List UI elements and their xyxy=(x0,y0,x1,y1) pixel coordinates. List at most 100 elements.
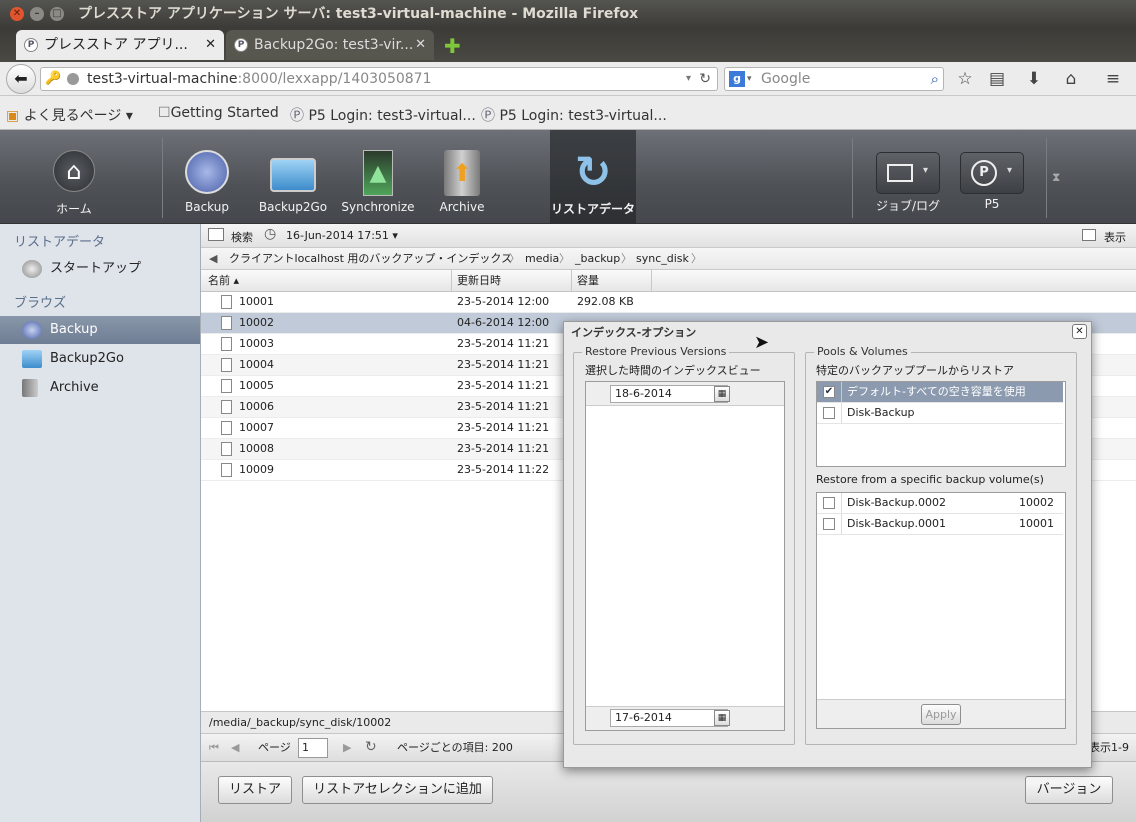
file-icon xyxy=(221,379,232,393)
date-to-input[interactable]: 17-6-2014 xyxy=(610,709,728,727)
pool-checkbox[interactable]: ✔ xyxy=(823,386,835,398)
volume-id: 10001 xyxy=(1019,517,1054,530)
tab-label: Backup2Go: test3-vir... xyxy=(254,37,414,53)
home-button[interactable]: ⌂ ホーム xyxy=(36,130,112,224)
restore-arrow-icon: ↻ xyxy=(574,147,612,198)
maximize-window-icon[interactable]: □ xyxy=(50,7,64,21)
pool-row[interactable]: Disk-Backup xyxy=(817,403,1063,424)
search-icon[interactable]: ⌕ xyxy=(931,68,939,90)
bookmark-most-visited[interactable]: ▣ よく見るページ ▾ xyxy=(6,105,133,125)
back-button[interactable]: ⬅ xyxy=(6,64,36,94)
sync-icon: ▲ xyxy=(363,150,393,196)
refresh-icon[interactable]: ↻ xyxy=(365,734,377,761)
view-button[interactable]: 表示 xyxy=(1104,229,1126,245)
column-header-name[interactable]: 名前 ▴ xyxy=(208,270,239,291)
breadcrumb-separator-icon: 〉 xyxy=(509,252,520,265)
sidebar-item-archive[interactable]: Archive xyxy=(0,374,200,402)
page-number-input[interactable]: 1 xyxy=(298,738,328,758)
close-window-icon[interactable]: ✕ xyxy=(10,7,24,21)
tab-backup2go[interactable]: P Backup2Go: test3-vir... ✕ xyxy=(226,30,434,60)
star-icon[interactable]: ☆ xyxy=(952,66,978,92)
globe-icon xyxy=(67,73,79,85)
search-placeholder: Google xyxy=(761,71,811,87)
bookmark-p5-login-2[interactable]: Ⓟ P5 Login: test3-virtual... xyxy=(481,105,667,125)
bookmark-label: Getting Started xyxy=(170,105,279,121)
restore-data-label: リストアデータ xyxy=(550,202,635,216)
google-icon[interactable]: g xyxy=(729,71,745,87)
minimize-window-icon[interactable]: – xyxy=(30,7,44,21)
url-bar[interactable]: 🔑 test3-virtual-machine:8000/lexxapp/140… xyxy=(40,67,718,91)
sidebar: リストアデータ スタートアップ ブラウズ Backup Backup2Go Ar… xyxy=(0,224,201,822)
search-icon[interactable] xyxy=(208,228,224,241)
volume-row[interactable]: Disk-Backup.0001 10001 xyxy=(817,514,1063,535)
menu-icon[interactable]: ≡ xyxy=(1100,66,1126,92)
calendar-icon[interactable]: ▦ xyxy=(714,710,730,726)
backup2go-icon xyxy=(22,350,42,368)
version-button[interactable]: バージョン xyxy=(1025,776,1113,804)
date-selector[interactable]: 16-Jun-2014 17:51 ▾ xyxy=(286,229,398,242)
close-icon[interactable]: ✕ xyxy=(1072,324,1087,339)
sidebar-item-startup[interactable]: スタートアップ xyxy=(0,255,200,283)
collapse-header-icon[interactable]: ⧗ xyxy=(1052,170,1060,185)
breadcrumb-item[interactable]: media xyxy=(525,248,559,269)
backup2go-button[interactable]: Backup2Go xyxy=(256,130,330,224)
search-button-label[interactable]: 検索 xyxy=(231,229,253,245)
close-tab-icon[interactable]: ✕ xyxy=(415,30,426,60)
breadcrumb-item[interactable]: クライアントlocalhost 用のバックアップ・インデックス xyxy=(229,248,512,269)
calendar-icon[interactable]: ▦ xyxy=(714,386,730,402)
p5-menu-button[interactable]: P ▾ P5 xyxy=(958,130,1026,224)
p5-icon: P xyxy=(24,38,38,52)
breadcrumb-item[interactable]: _backup xyxy=(575,248,620,269)
volumes-list[interactable]: Disk-Backup.0002 10002 Disk-Backup.0001 … xyxy=(816,492,1066,729)
close-tab-icon[interactable]: ✕ xyxy=(205,30,216,60)
column-header-size[interactable]: 容量 xyxy=(577,270,599,291)
backup-button[interactable]: Backup xyxy=(176,130,238,224)
tab-pressstore[interactable]: P プレスストア アプリ... ✕ xyxy=(16,30,224,60)
new-tab-icon[interactable]: ✚ xyxy=(444,34,461,58)
synchronize-button[interactable]: ▲ Synchronize xyxy=(340,130,416,224)
file-icon xyxy=(221,463,232,477)
file-icon xyxy=(221,358,232,372)
apply-button[interactable]: Apply xyxy=(921,704,961,725)
next-page-icon[interactable]: ▶ xyxy=(343,734,351,761)
action-bar: リストア リストアセレクションに追加 バージョン xyxy=(201,761,1136,822)
add-to-selection-button[interactable]: リストアセレクションに追加 xyxy=(302,776,493,804)
download-icon[interactable]: ⬇ xyxy=(1021,66,1047,92)
sidebar-item-backup[interactable]: Backup xyxy=(0,316,200,344)
bookmark-p5-login-1[interactable]: Ⓟ P5 Login: test3-virtual... xyxy=(290,105,476,125)
sidebar-item-backup2go[interactable]: Backup2Go xyxy=(0,345,200,373)
bookmark-getting-started[interactable]: ☐Getting Started xyxy=(158,105,279,121)
cell-modified: 23-5-2014 11:21 xyxy=(457,379,550,392)
window-title: プレスストア アプリケーション サーバ: test3-virtual-machi… xyxy=(78,6,639,22)
reload-icon[interactable]: ↻ xyxy=(699,68,711,90)
backup-icon xyxy=(22,321,42,339)
volume-row[interactable]: Disk-Backup.0002 10002 xyxy=(817,493,1063,514)
date-from-input[interactable]: 18-6-2014 xyxy=(610,385,728,403)
volume-checkbox[interactable] xyxy=(823,497,835,509)
pool-row[interactable]: ✔ デフォルト-すべての空き容量を使用 xyxy=(817,382,1063,403)
restore-button[interactable]: リストア xyxy=(218,776,292,804)
reading-list-icon[interactable]: ▤ xyxy=(984,66,1010,92)
table-row[interactable]: 10001 23-5-2014 12:00 292.08 KB xyxy=(201,292,1136,313)
identity-icon[interactable]: 🔑 xyxy=(45,68,61,90)
cell-modified: 23-5-2014 11:21 xyxy=(457,337,550,350)
job-log-button[interactable]: ▾ ジョブ/ログ xyxy=(868,130,948,224)
breadcrumb-item[interactable]: sync_disk xyxy=(636,248,689,269)
pool-checkbox[interactable] xyxy=(823,407,835,419)
first-page-icon[interactable]: ⏮ xyxy=(209,734,219,761)
pools-list[interactable]: ✔ デフォルト-すべての空き容量を使用 Disk-Backup xyxy=(816,381,1066,467)
prev-page-icon[interactable]: ◀ xyxy=(231,734,239,761)
restore-data-button[interactable]: ↻ リストアデータ xyxy=(550,130,636,224)
home-icon[interactable]: ⌂ xyxy=(1058,66,1084,92)
sidebar-item-label: スタートアップ xyxy=(50,261,142,276)
archive-button[interactable]: ⬆ Archive xyxy=(432,130,492,224)
column-header-modified[interactable]: 更新日時 xyxy=(457,270,501,291)
bookmark-label: よく見るページ ▾ xyxy=(23,108,133,124)
breadcrumb-back-icon[interactable]: ◀ xyxy=(209,248,217,269)
url-dropdown-icon[interactable]: ▾ xyxy=(686,68,691,90)
p5-icon: P xyxy=(234,38,248,52)
volume-checkbox[interactable] xyxy=(823,518,835,530)
search-bar[interactable]: g ▾ Google ⌕ xyxy=(724,67,944,91)
index-view-list[interactable]: 18-6-2014 ▦ 17-6-2014 ▦ xyxy=(585,381,785,731)
engine-dropdown-icon[interactable]: ▾ xyxy=(747,68,752,90)
